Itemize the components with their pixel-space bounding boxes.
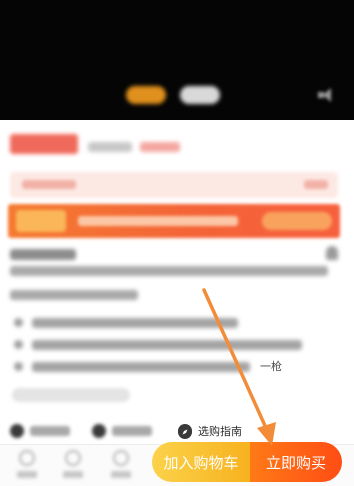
product-title-row <box>10 246 340 264</box>
bullet-text <box>32 362 250 372</box>
annotation-arrow-shaft <box>202 288 268 430</box>
cart-nav-label <box>111 471 131 478</box>
bullet-text <box>32 318 238 328</box>
promo-banner[interactable] <box>8 204 340 238</box>
promo-claim-button[interactable] <box>262 212 332 230</box>
check-circle-icon <box>92 424 106 438</box>
product-media-area[interactable] <box>0 0 354 120</box>
store-nav-label <box>17 471 37 478</box>
bullet-dot-icon <box>14 318 23 327</box>
cart-icon <box>113 450 129 466</box>
media-mode-pill-active[interactable] <box>126 86 166 104</box>
cart-nav-button[interactable] <box>104 447 138 483</box>
add-to-cart-button[interactable]: 加入购物车 <box>152 442 250 482</box>
coupon-text <box>22 180 76 189</box>
price-tag <box>140 142 180 152</box>
check-circle-icon <box>10 424 24 438</box>
feature-bullet: 一枪 <box>14 360 314 374</box>
product-title <box>10 249 76 260</box>
coupon-bar[interactable] <box>10 172 338 198</box>
buying-guide-label: 选购指南 <box>198 425 242 438</box>
bullet-dot-icon <box>14 362 23 371</box>
price-row <box>10 132 344 162</box>
reference-price <box>88 142 132 152</box>
chat-icon <box>65 450 81 466</box>
info-chip[interactable] <box>12 388 130 402</box>
bullet-text <box>32 340 302 350</box>
promo-text <box>78 216 238 226</box>
service-tag[interactable] <box>92 423 162 439</box>
product-description <box>10 266 340 306</box>
feature-bullet <box>14 338 314 352</box>
media-mode-pill-inactive[interactable] <box>180 86 220 104</box>
buy-now-button[interactable]: 立即购买 <box>250 442 342 482</box>
service-tag-label <box>30 426 70 436</box>
coupon-more-link[interactable] <box>304 180 328 189</box>
buying-guide-link[interactable]: 选购指南 <box>178 423 258 439</box>
promo-badge <box>16 210 66 232</box>
chat-nav-button[interactable] <box>56 447 90 483</box>
service-tag[interactable] <box>10 423 80 439</box>
store-icon <box>19 450 35 466</box>
feature-bullet <box>14 316 314 330</box>
description-line <box>10 266 328 276</box>
service-tag-label <box>112 426 152 436</box>
share-icon[interactable] <box>326 246 338 260</box>
product-price <box>10 134 78 154</box>
bullet-dot-icon <box>14 340 23 349</box>
volume-icon[interactable] <box>318 88 336 102</box>
bullet-label: 一枪 <box>260 360 282 373</box>
description-line <box>10 290 138 300</box>
chat-nav-label <box>63 471 83 478</box>
compass-icon <box>178 424 192 439</box>
store-nav-button[interactable] <box>10 447 44 483</box>
